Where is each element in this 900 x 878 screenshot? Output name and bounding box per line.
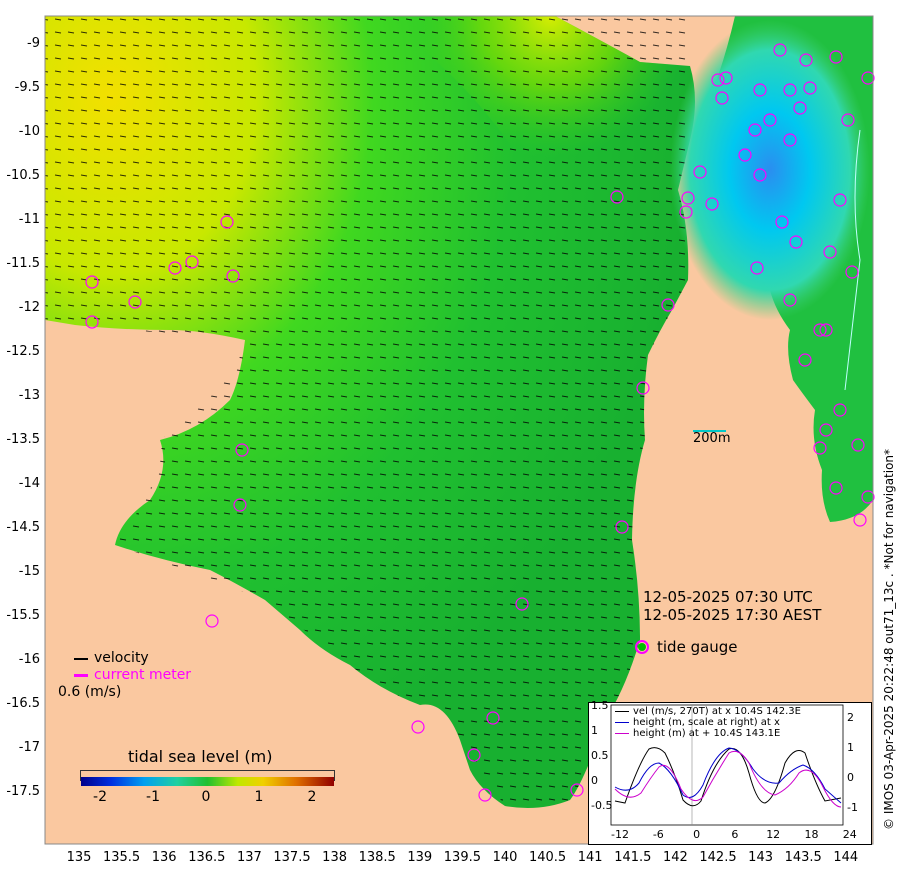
inset-y-right-label: 0 (847, 771, 854, 784)
y-tick-label: -15 (18, 564, 40, 579)
y-tick-label: -17.5 (6, 784, 40, 799)
y-tick-label: -9.5 (14, 80, 40, 95)
y-tick-label: -16.5 (6, 696, 40, 711)
velocity-arrow-icon (74, 657, 88, 660)
y-tick-label: -13.5 (6, 432, 40, 447)
sea-low-region (670, 20, 870, 320)
inset-legend: vel (m/s, 270T) at x 10.4S 142.3E height… (615, 706, 801, 739)
current-meter-arrow-icon (74, 674, 88, 677)
inset-y-left-label: -0.5 (591, 799, 613, 812)
colorbar (80, 770, 335, 786)
current-meter-label: current meter (94, 667, 192, 683)
timestamp-aest: 12-05-2025 17:30 AEST (643, 606, 822, 624)
inset-y-left-label: 1 (591, 724, 598, 737)
inset-y-left-label: 1.5 (591, 699, 609, 712)
inset-x-label: -12 (611, 828, 629, 841)
height-series-x (614, 747, 842, 804)
copyright-notice: © IMOS 03-Apr-2025 20:22:48 out71_13c . … (882, 448, 896, 830)
velocity-label: velocity (94, 650, 149, 666)
inset-x-label: 0 (693, 828, 701, 841)
tide-gauge-icon (635, 640, 649, 654)
scale-bar-label: 200m (693, 431, 731, 446)
inset-y-right-label: -1 (847, 801, 858, 814)
x-tick-label: 144 (833, 850, 859, 865)
inset-y-left-label: 0 (591, 774, 598, 787)
inset-y-left-label: 0.5 (591, 749, 609, 762)
inset-x-label: 24 (842, 828, 857, 841)
y-tick-label: -16 (18, 652, 40, 667)
colorbar-tick-label: -2 (93, 789, 107, 805)
y-tick-label: -17 (18, 740, 40, 755)
legend-swatch-height-x (615, 721, 629, 724)
y-tick-label: -10 (18, 124, 40, 139)
inset-x-label: 6 (731, 828, 739, 841)
y-tick-label: -14.5 (6, 520, 40, 535)
velocity-legend: velocity current meter 0.6 (m/s) (58, 650, 191, 701)
y-tick-label: -12.5 (6, 344, 40, 359)
inset-legend-velocity: vel (m/s, 270T) at x 10.4S 142.3E (633, 706, 801, 717)
inset-x-label: 18 (804, 828, 819, 841)
timestamp-utc: 12-05-2025 07:30 UTC (643, 588, 813, 606)
y-tick-label: -15.5 (6, 608, 40, 623)
colorbar-tick-label: 0 (201, 789, 211, 805)
inset-x-label: -6 (652, 828, 664, 841)
colorbar-title: tidal sea level (m) (128, 747, 273, 766)
y-tick-label: -9 (27, 36, 40, 51)
inset-legend-height-plus: height (m) at + 10.4S 143.1E (633, 728, 781, 739)
y-tick-label: -10.5 (6, 168, 40, 183)
colorbar-tick-label: 1 (254, 789, 264, 805)
y-tick-label: -11 (18, 212, 40, 227)
colorbar-tick-label: 2 (307, 789, 317, 805)
inset-y-right-label: 2 (847, 711, 854, 724)
y-tick-label: -11.5 (6, 256, 40, 271)
y-tick-label: -13 (18, 388, 40, 403)
inset-x-label: 12 (766, 828, 781, 841)
inset-y-right-label: 1 (847, 741, 854, 754)
y-tick-label: -12 (18, 300, 40, 315)
velocity-scale: 0.6 (m/s) (58, 684, 122, 700)
legend-swatch-velocity (615, 710, 629, 713)
colorbar-tick-label: -1 (146, 789, 160, 805)
inset-legend-height-x: height (m, scale at right) at x (633, 717, 780, 728)
legend-swatch-height-plus (615, 732, 629, 735)
velocity-series (614, 747, 842, 807)
time-series-inset[interactable]: vel (m/s, 270T) at x 10.4S 142.3E height… (588, 699, 872, 845)
timestamp: 12-05-2025 07:30 UTC 12-05-2025 17:30 AE… (643, 588, 821, 624)
tide-gauge-label: tide gauge (657, 638, 738, 656)
y-tick-label: -14 (18, 476, 40, 491)
tide-gauge-legend: tide gauge (635, 638, 738, 656)
